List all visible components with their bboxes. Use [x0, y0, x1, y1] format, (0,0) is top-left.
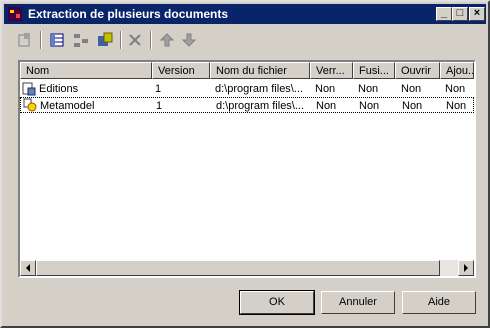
document-filename: d:\program files\...: [215, 83, 304, 95]
move-down-icon[interactable]: [180, 31, 198, 49]
add-columns-icon[interactable]: [48, 31, 66, 49]
document-merge: Non: [358, 83, 379, 95]
document-name: Metamodel: [40, 100, 95, 112]
window-title: Extraction de plusieurs documents: [28, 7, 229, 21]
arrow-left-icon: [26, 264, 30, 272]
document-add: Non: [445, 83, 466, 95]
toolbar-separator: [150, 31, 152, 49]
column-header-open[interactable]: Ouvrir: [395, 62, 440, 79]
minimize-button[interactable]: _: [436, 7, 452, 21]
column-header-lock[interactable]: Verr...: [310, 62, 353, 79]
column-header-name[interactable]: Nom: [20, 62, 152, 79]
metamodel-icon: [23, 98, 37, 112]
app-icon: [8, 7, 22, 21]
help-button[interactable]: Aide: [402, 291, 476, 314]
document-name: Editions: [39, 83, 79, 95]
document-add: Non: [446, 100, 467, 112]
close-button[interactable]: ×: [469, 7, 485, 21]
document-merge: Non: [359, 100, 380, 112]
column-header-filename[interactable]: Nom du fichier: [210, 62, 310, 79]
maximize-button[interactable]: □: [452, 7, 468, 21]
scroll-left-button[interactable]: [20, 260, 36, 276]
list-item[interactable]: Metamodel 1 d:\program files\... Non Non…: [20, 97, 474, 113]
document-version: 1: [155, 83, 162, 95]
add-from-repository-icon[interactable]: [96, 31, 114, 49]
list-item[interactable]: Editions 1 d:\program files\... Non Non …: [20, 81, 474, 97]
ok-button[interactable]: OK: [239, 290, 315, 315]
toolbar-separator: [40, 31, 42, 49]
document-filename: d:\program files\...: [216, 100, 305, 112]
cancel-button[interactable]: Annuler: [321, 291, 395, 314]
column-header-version[interactable]: Version: [152, 62, 210, 79]
move-up-icon[interactable]: [158, 31, 176, 49]
properties-icon[interactable]: [16, 31, 34, 49]
title-bar[interactable]: Extraction de plusieurs documents _ □ ×: [4, 4, 486, 24]
column-header-merge[interactable]: Fusi...: [353, 62, 395, 79]
document-lock: Non: [316, 100, 337, 112]
document-version: 1: [156, 100, 163, 112]
toolbar-separator: [120, 31, 122, 49]
reorder-icon[interactable]: [72, 31, 90, 49]
list-header: Nom Version Nom du fichier Verr... Fusi.…: [20, 62, 474, 79]
scroll-right-button[interactable]: [458, 260, 474, 276]
scroll-thumb[interactable]: [36, 260, 440, 276]
document-open: Non: [402, 100, 423, 112]
toolbar: [16, 29, 476, 51]
delete-icon[interactable]: [126, 31, 144, 49]
arrow-right-icon: [464, 264, 468, 272]
document-open: Non: [401, 83, 422, 95]
column-header-add[interactable]: Ajou...: [440, 62, 474, 79]
horizontal-scrollbar[interactable]: [20, 260, 474, 276]
dialog-window: Extraction de plusieurs documents _ □ ×: [0, 0, 490, 328]
repository-document-icon: [22, 82, 36, 96]
document-lock: Non: [315, 83, 336, 95]
documents-list[interactable]: Nom Version Nom du fichier Verr... Fusi.…: [18, 60, 476, 278]
